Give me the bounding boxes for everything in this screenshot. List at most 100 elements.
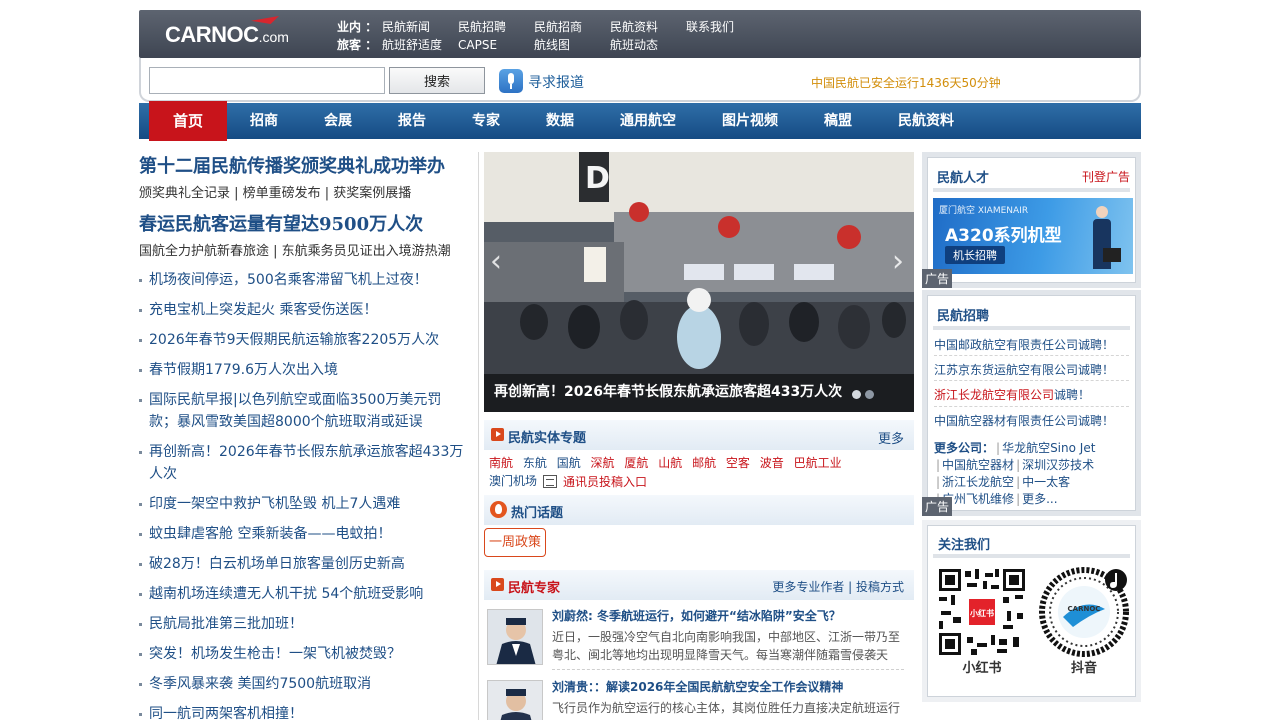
news-item[interactable]: 蚊虫肆虐客舱 空乘新装备——电蚊拍！ bbox=[139, 523, 469, 545]
top-nav-passenger: 旅客 ： 航班舒适度 CAPSE 航线图 航班动态 bbox=[337, 36, 686, 53]
slide-caption[interactable]: 再创新高！2026年春节长假东航承运旅客超433万人次 bbox=[494, 381, 842, 401]
post-ad-link[interactable]: 刊登广告 bbox=[1082, 168, 1130, 185]
airline-link[interactable]: 深航 bbox=[591, 456, 615, 470]
news-item[interactable]: 印度一架空中救护飞机坠毁 机上7人遇难 bbox=[139, 493, 469, 515]
contribute-icon bbox=[543, 475, 557, 488]
airline-link[interactable]: 邮航 bbox=[692, 456, 716, 470]
macau-airport-link[interactable]: 澳门机场 bbox=[489, 472, 537, 489]
news-item[interactable]: 机场夜间停运，500名乘客滞留飞机上过夜！ bbox=[139, 269, 469, 291]
slider-prev-icon[interactable]: ‹ bbox=[490, 244, 510, 280]
news-item[interactable]: 同一航司两架客机相撞！ bbox=[139, 703, 469, 720]
search-input[interactable] bbox=[149, 67, 385, 94]
job-link[interactable]: 江苏京东货运航空有限公司诚聘！ bbox=[934, 361, 1114, 378]
title-underline bbox=[933, 188, 1130, 192]
news-item[interactable]: 民航局批准第三批加班！ bbox=[139, 613, 469, 635]
airline-link[interactable]: 山航 bbox=[658, 456, 682, 470]
slider-dot[interactable] bbox=[852, 390, 861, 399]
logo-suffix: .com bbox=[258, 29, 289, 45]
expert-article-title[interactable]: 刘蔚然: 冬季航班运行，如何避开“结冰陷阱”安全飞？ bbox=[552, 607, 841, 624]
top-link-route-map[interactable]: 航线图 bbox=[534, 36, 610, 53]
slider-next-icon[interactable]: › bbox=[892, 244, 912, 280]
job-link[interactable]: 浙江长龙航空有限公司诚聘！ bbox=[934, 386, 1090, 403]
nav-home[interactable]: 首页 bbox=[149, 101, 227, 141]
job-text: 中国航空器材有限责任公司诚聘！ bbox=[934, 414, 1115, 428]
slider-dot[interactable] bbox=[865, 390, 874, 399]
job-link[interactable]: 中国邮政航空有限责任公司诚聘！ bbox=[934, 336, 1114, 353]
news-item[interactable]: 再创新高！2026年春节长假东航承运旅客超433万人次 bbox=[139, 441, 469, 485]
headline-link[interactable]: 春运民航客运量有望达9500万人次 bbox=[139, 210, 469, 236]
airline-link[interactable]: 波音 bbox=[760, 456, 784, 470]
top-link-investment[interactable]: 民航招商 bbox=[534, 18, 610, 35]
divider bbox=[934, 406, 1129, 407]
headline-subline[interactable]: 颁奖典礼全记录 | 榜单重磅发布 | 获奖案例展播 bbox=[139, 182, 469, 201]
hot-topics-header: 热门话题 bbox=[484, 495, 914, 525]
expert-avatar[interactable] bbox=[487, 609, 543, 665]
pilot-figure bbox=[1091, 206, 1113, 272]
company-link[interactable]: 广州飞机维修 bbox=[942, 492, 1014, 506]
search-button[interactable]: 搜索 bbox=[389, 67, 485, 94]
top-link-capse[interactable]: CAPSE bbox=[458, 38, 534, 52]
news-item[interactable]: 2026年春节9天假期民航运输旅客2205万人次 bbox=[139, 329, 469, 351]
nav-contributors[interactable]: 稿盟 bbox=[813, 103, 863, 139]
nav-experts[interactable]: 专家 bbox=[461, 103, 511, 139]
airline-link[interactable]: 国航 bbox=[557, 456, 581, 470]
news-item[interactable]: 国际民航早报|以色列航空或面临3500万美元罚款；暴风雪致美国超8000个航班取… bbox=[139, 389, 469, 433]
douyin-label: 抖音 bbox=[1070, 661, 1097, 676]
nav-investment[interactable]: 招商 bbox=[239, 103, 289, 139]
top-link-contact[interactable]: 联系我们 bbox=[686, 18, 762, 35]
company-link[interactable]: 中一太客 bbox=[1022, 475, 1070, 489]
carnoc-logo[interactable]: CARNOC .com bbox=[165, 20, 289, 50]
nav-general-aviation[interactable]: 通用航空 bbox=[609, 103, 687, 139]
expert-avatar[interactable] bbox=[487, 680, 543, 720]
nav-data[interactable]: 数据 bbox=[535, 103, 585, 139]
top-link-comfort[interactable]: 航班舒适度 bbox=[382, 36, 458, 53]
xiaohongshu-qr[interactable]: 小红书 小红书 bbox=[932, 562, 1032, 680]
nav-photo-video[interactable]: 图片视频 bbox=[711, 103, 789, 139]
box-title: 民航人才 bbox=[937, 171, 990, 186]
headline-subline[interactable]: 国航全力护航新春旅途 | 东航乘务员见证出入境游热潮 bbox=[139, 240, 469, 259]
top-header-bar: CARNOC .com 业内 ： 民航新闻 民航招聘 民航招商 民航资料 联系我… bbox=[139, 10, 1141, 58]
suitcase-icon bbox=[1103, 248, 1121, 262]
more-link[interactable]: 更多 bbox=[878, 428, 904, 447]
airline-link[interactable]: 巴航工业 bbox=[794, 456, 842, 470]
company-link[interactable]: 深圳汉莎技术 bbox=[1022, 458, 1094, 472]
nav-exhibition[interactable]: 会展 bbox=[313, 103, 363, 139]
news-item[interactable]: 越南机场连续遭无人机干扰 54个航班受影响 bbox=[139, 583, 469, 605]
microphone-icon[interactable] bbox=[499, 69, 523, 93]
news-item[interactable]: 破28万！白云机场单日旅客量创历史新高 bbox=[139, 553, 469, 575]
company-link[interactable]: 中国航空器材 bbox=[942, 458, 1014, 472]
news-item[interactable]: 春节假期1779.6万人次出入境 bbox=[139, 359, 469, 381]
contribute-link[interactable]: 通讯员投稿入口 bbox=[563, 473, 647, 490]
company-link[interactable]: 更多... bbox=[1022, 492, 1057, 506]
company-link[interactable]: 浙江长龙航空 bbox=[942, 475, 1014, 489]
recruitment-banner[interactable]: 厦门航空 XIAMENAIR A320系列机型 机长招聘 bbox=[933, 198, 1133, 274]
talent-box: 民航人才 刊登广告 厦门航空 XIAMENAIR A320系列机型 机长招聘 广… bbox=[922, 152, 1141, 288]
job-link[interactable]: 中国航空器材有限责任公司诚聘！ bbox=[934, 412, 1114, 429]
news-item[interactable]: 突发！机场发生枪击！一架飞机被焚毁？ bbox=[139, 643, 469, 665]
news-item[interactable]: 充电宝机上突发起火 乘客受伤送医！ bbox=[139, 299, 469, 321]
nav-report[interactable]: 报告 bbox=[387, 103, 437, 139]
headline-link[interactable]: 第十二届民航传播奖颁奖典礼成功举办 bbox=[139, 152, 469, 178]
top-link-jobs[interactable]: 民航招聘 bbox=[458, 18, 534, 35]
news-item[interactable]: 冬季风暴来袭 美国约7500航班取消 bbox=[139, 673, 469, 695]
airline-link[interactable]: 南航 bbox=[489, 456, 513, 470]
weekly-policy-tag[interactable]: 一周政策 bbox=[484, 528, 546, 557]
top-link-flight-status[interactable]: 航班动态 bbox=[610, 36, 686, 53]
top-link-data[interactable]: 民航资料 bbox=[610, 18, 686, 35]
airline-link[interactable]: 东航 bbox=[523, 456, 547, 470]
more-authors-link[interactable]: 更多专业作者 | 投稿方式 bbox=[772, 578, 904, 595]
douyin-qr[interactable]: CARNOC 抖音 bbox=[1034, 562, 1134, 680]
title-underline bbox=[933, 326, 1130, 330]
banner-title: A320系列机型 bbox=[945, 226, 1062, 246]
more-companies: 更多公司： | 华龙航空Sino Jet | 中国航空器材 | 深圳汉莎技术 | 浙江长龙航… bbox=[934, 441, 1096, 506]
airline-link[interactable]: 厦航 bbox=[624, 456, 648, 470]
expert-article-title[interactable]: 刘清贵：：解读2026年全国民航航空安全工作会议精神 bbox=[552, 678, 843, 695]
airline-link[interactable]: 空客 bbox=[726, 456, 750, 470]
top-link-news[interactable]: 民航新闻 bbox=[382, 18, 458, 35]
photo-slider[interactable]: D ‹ › 再创新高！2026年春节长假东航承运旅客超433万人次 bbox=[484, 152, 914, 412]
xiaohongshu-qr-code: 小红书 bbox=[937, 567, 1027, 657]
company-link[interactable]: 华龙航空Sino Jet bbox=[1002, 441, 1095, 455]
box-title: 民航招聘 bbox=[937, 309, 990, 324]
nav-aviation-data[interactable]: 民航资料 bbox=[887, 103, 965, 139]
seek-report-link[interactable]: 寻求报道 bbox=[528, 72, 584, 92]
